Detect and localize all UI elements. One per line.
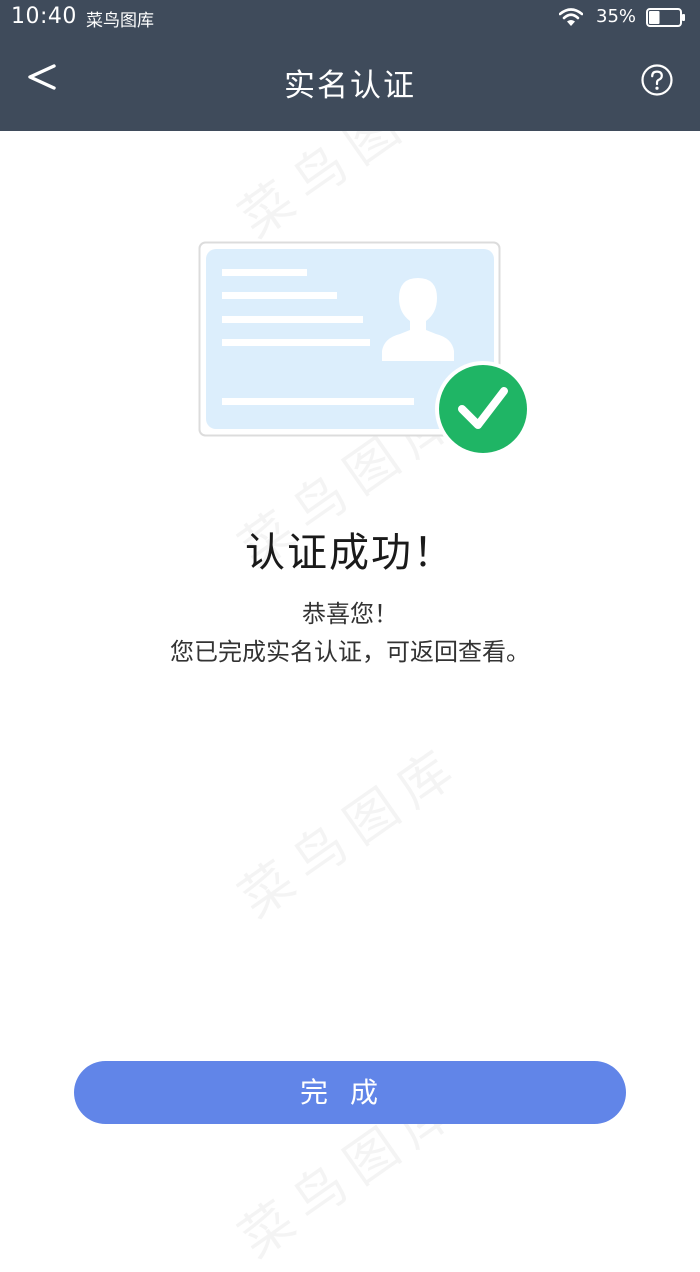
checkmark-circle-icon	[435, 361, 531, 457]
success-message-line2: 您已完成实名认证，可返回查看。	[170, 638, 530, 666]
success-message-line1: 恭喜您！	[302, 600, 398, 628]
app-header: 10:40 菜鸟图库 35% 实名认证	[0, 0, 700, 131]
status-bar: 10:40 菜鸟图库 35%	[0, 0, 700, 36]
done-button[interactable]: 完成	[74, 1061, 626, 1124]
id-card-illustration	[198, 241, 531, 457]
page-title: 实名认证	[284, 68, 416, 104]
watermark: 菜鸟图库	[222, 723, 475, 931]
battery-percent: 35%	[596, 6, 637, 27]
question-circle-icon[interactable]	[640, 63, 674, 97]
wifi-icon	[559, 8, 583, 26]
success-title: 认证成功！	[245, 530, 455, 576]
status-app-name: 菜鸟图库	[86, 11, 154, 31]
battery-icon	[646, 8, 685, 27]
status-time: 10:40	[11, 4, 77, 29]
